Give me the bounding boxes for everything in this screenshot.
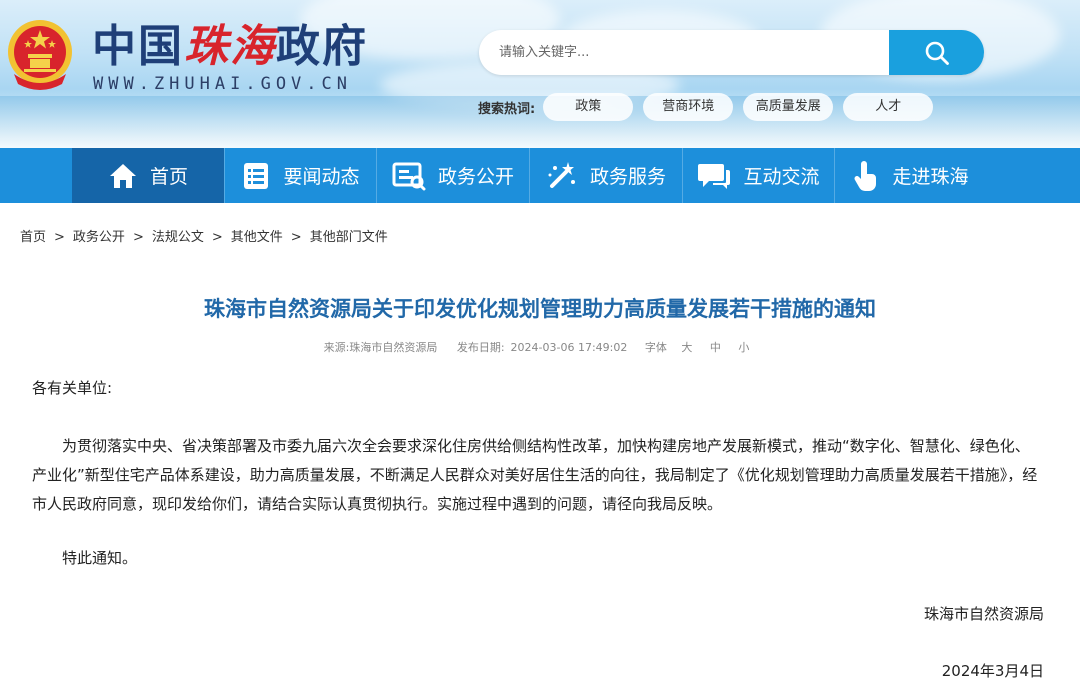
hot-keywords: 搜索热词: 政策 营商环境 高质量发展 人才 — [478, 93, 943, 121]
article-closing: 特此通知。 — [62, 549, 138, 567]
search-icon — [925, 41, 949, 65]
source-label: 来源: — [323, 341, 350, 354]
logo-highlight: 珠海 — [184, 21, 276, 72]
font-size-medium[interactable]: 中 — [710, 341, 721, 354]
header-banner: 中国珠海政府 WWW.ZHUHAI.GOV.CN 搜索热词: 政策 营商环境 高… — [0, 0, 1080, 148]
hot-tag-business-env[interactable]: 营商环境 — [643, 93, 734, 121]
breadcrumb-disclosure[interactable]: 政务公开 — [73, 230, 125, 245]
search-bar — [479, 30, 984, 75]
national-emblem-icon — [8, 20, 72, 90]
font-size-small[interactable]: 小 — [738, 341, 749, 354]
search-button[interactable] — [889, 30, 984, 75]
article-meta: 来源:珠海市自然资源局 发布日期: 2024-03-06 17:49:02 字体 … — [0, 339, 1080, 355]
nav-label: 走进珠海 — [892, 166, 969, 188]
nav-item-zhuhai[interactable]: 走进珠海 — [834, 148, 986, 203]
breadcrumb-other-files[interactable]: 其他文件 — [231, 230, 283, 245]
article-body: 为贯彻落实中央、省决策部署及市委九届六次全会要求深化住房供给侧结构性改革，加快构… — [32, 437, 1038, 513]
site-logo-title[interactable]: 中国珠海政府 — [92, 22, 368, 72]
main-nav: 首页 要闻动态 政务公开 政务服务 互动交流 走进珠海 — [0, 148, 1080, 203]
disclosure-icon — [392, 162, 426, 190]
article-title: 珠海市自然资源局关于印发优化规划管理助力高质量发展若干措施的通知 — [204, 297, 876, 321]
breadcrumb-separator: > — [54, 230, 65, 245]
font-size-large[interactable]: 大 — [681, 341, 692, 354]
breadcrumb-separator: > — [290, 230, 302, 245]
site-url-text: WWW.ZHUHAI.GOV.CN — [93, 74, 352, 94]
chat-icon — [698, 163, 731, 189]
search-input[interactable] — [479, 30, 859, 75]
breadcrumb-separator: > — [132, 230, 144, 245]
font-size-label: 字体 — [644, 341, 667, 354]
nav-label: 首页 — [149, 166, 188, 188]
hot-tag-high-quality[interactable]: 高质量发展 — [743, 93, 834, 121]
date-value: 2024-03-06 17:49:02 — [510, 341, 628, 354]
nav-item-home[interactable]: 首页 — [72, 148, 224, 203]
home-icon — [109, 163, 136, 188]
hot-tag-policy[interactable]: 政策 — [543, 93, 634, 121]
nav-label: 要闻动态 — [283, 166, 360, 188]
breadcrumb-other-dept-files[interactable]: 其他部门文件 — [310, 230, 388, 245]
pointer-hand-icon — [854, 160, 877, 191]
source-value: 珠海市自然资源局 — [349, 341, 438, 354]
article-salutation: 各有关单位: — [32, 379, 113, 397]
nav-item-news[interactable]: 要闻动态 — [224, 148, 376, 203]
breadcrumb-home[interactable]: 首页 — [20, 230, 46, 245]
service-wand-icon — [548, 161, 575, 188]
nav-label: 政务公开 — [437, 166, 514, 188]
nav-item-services[interactable]: 政务服务 — [529, 148, 682, 203]
logo-prefix: 中国 — [92, 21, 184, 72]
article-sign-date: 2024年3月4日 — [941, 662, 1044, 680]
breadcrumb-separator: > — [211, 230, 223, 245]
article-signature: 珠海市自然资源局 — [923, 605, 1044, 623]
breadcrumb-regulations[interactable]: 法规公文 — [152, 230, 204, 245]
nav-item-interaction[interactable]: 互动交流 — [682, 148, 834, 203]
nav-item-disclosure[interactable]: 政务公开 — [376, 148, 529, 203]
breadcrumb: 首页 > 政务公开 > 法规公文 > 其他文件 > 其他部门文件 — [20, 226, 388, 245]
news-list-icon — [244, 162, 269, 189]
nav-label: 互动交流 — [743, 166, 820, 188]
nav-label: 政务服务 — [589, 166, 666, 188]
hot-tag-talent[interactable]: 人才 — [843, 93, 934, 121]
logo-suffix: 政府 — [276, 21, 368, 72]
hot-keywords-label: 搜索热词: — [478, 101, 536, 117]
date-label: 发布日期: — [456, 341, 505, 354]
